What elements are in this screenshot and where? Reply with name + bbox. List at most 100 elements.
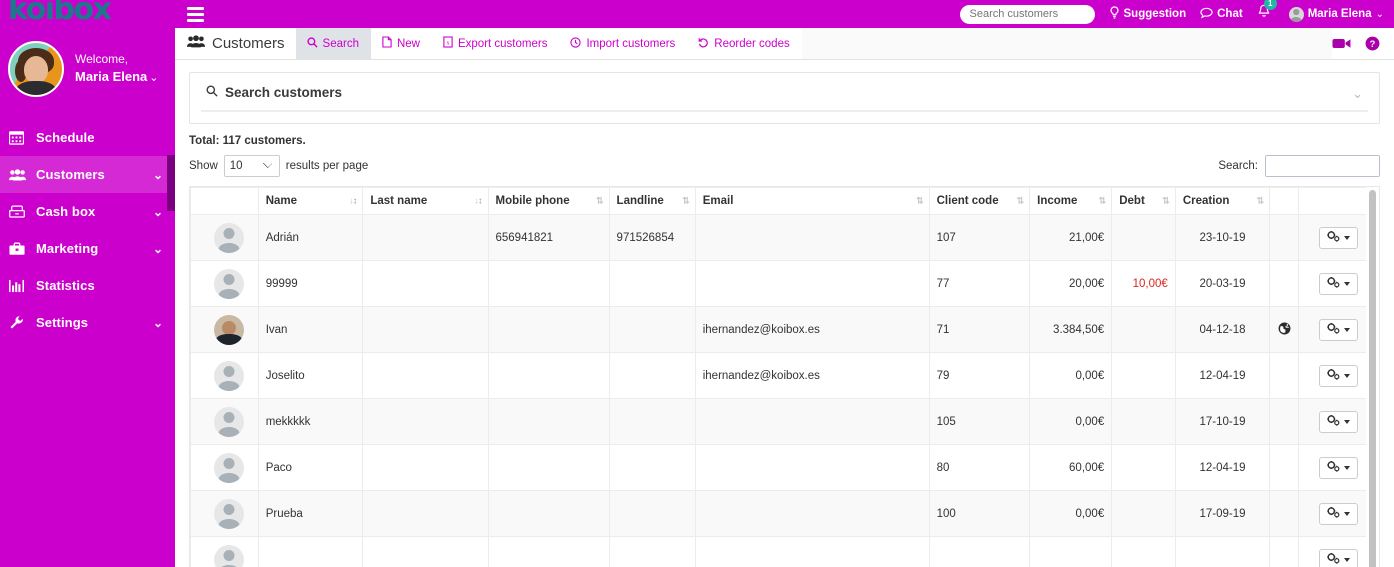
video-camera-icon[interactable] [1332,37,1351,50]
table-header-row: Name ↓↕ Last name ↓↕ Mobile phone ⇅ Land… [190,187,1380,215]
row-client-code: 105 [928,398,1031,445]
row-creation: 20-03-19 [1174,260,1271,307]
table-search-input[interactable] [1265,155,1380,177]
row-avatar-cell [190,444,259,491]
customers-table-wrap: Name ↓↕ Last name ↓↕ Mobile phone ⇅ Land… [189,186,1380,567]
brand-logo-area[interactable]: koibox [0,0,175,28]
notifications-button[interactable]: 1 [1257,0,1277,24]
briefcase-icon [9,242,28,256]
gears-icon [1327,368,1340,383]
show-label: Show [189,160,218,172]
globe-icon[interactable] [1278,322,1291,338]
row-debt [1111,536,1176,567]
tab-label: New [396,37,420,50]
search-input[interactable] [959,4,1095,24]
table-row[interactable]: Paco 80 60,00€ 12-04-19 [190,444,1380,491]
row-actions-button[interactable] [1318,548,1358,567]
table-row[interactable]: Ivan ihernandez@koibox.es 71 3.384,50€ 04-12… [190,306,1380,353]
th-label: Email [702,195,734,207]
row-actions-button[interactable] [1318,502,1358,525]
page-title-text: Customers [212,35,285,52]
table-scrollbar-thumb[interactable] [1369,190,1376,567]
tab-export-customers[interactable]: x Export customers [431,28,560,59]
help-circle-icon[interactable]: ? [1365,36,1380,51]
suggestion-button[interactable]: Suggestion [1109,6,1186,22]
sidebar-item-customers[interactable]: Customers ⌄ [0,156,175,193]
sidebar-item-settings[interactable]: Settings ⌄ [0,304,175,341]
tab-label: Search [322,37,359,50]
row-actions-button[interactable] [1318,410,1358,433]
lightbulb-icon [1109,6,1120,22]
table-row[interactable] [190,536,1380,567]
avatar-icon [214,406,244,437]
row-actions-button[interactable] [1318,272,1358,295]
row-actions-button[interactable] [1318,364,1358,387]
page-length-select[interactable]: 10 [223,155,280,177]
tab-import-customers[interactable]: Import customers [559,28,688,59]
tab-search[interactable]: Search [295,28,371,59]
chat-button[interactable]: Chat [1200,7,1243,22]
row-landline [608,306,696,353]
search-panel-header[interactable]: Search customers [190,73,1379,111]
search-panel[interactable]: Search customers ⌄ [189,72,1380,124]
th-last-name[interactable]: Last name ↓↕ [362,187,489,215]
th-income[interactable]: Income ⇅ [1029,187,1113,215]
welcome-label: Welcome, [75,51,129,66]
notification-count-badge: 1 [1263,0,1277,10]
file-icon [382,36,392,51]
user-menu[interactable]: Maria Elena ⌄ [1288,6,1384,22]
th-label: Debt [1119,195,1145,207]
hamburger-icon[interactable] [187,4,204,25]
row-actions-button[interactable] [1318,318,1358,341]
sidebar-item-label: Settings [36,315,89,330]
content-area: Search customers ⌄ Total: 117 customers.… [175,60,1394,567]
chat-label: Chat [1217,8,1243,20]
th-label: Income [1037,195,1078,207]
row-debt [1111,398,1176,445]
row-email [694,536,930,567]
row-debt [1111,214,1176,261]
th-email[interactable]: Email ⇅ [694,187,930,215]
row-landline [608,260,696,307]
avatar-icon [214,498,244,529]
main-area: Suggestion Chat 1 Maria Elena [175,0,1394,567]
results-per-page-label: results per page [285,160,369,172]
th-debt[interactable]: Debt ⇅ [1111,187,1176,215]
th-label: Creation [1182,195,1230,207]
avatar-icon [214,452,244,483]
table-row[interactable]: Joselito ihernandez@koibox.es 79 0,00€ 12-04… [190,352,1380,399]
th-name[interactable]: Name ↓↕ [257,187,364,215]
tab-new[interactable]: New [370,28,432,59]
row-income: 60,00€ [1029,444,1113,491]
sidebar-item-schedule[interactable]: Schedule [0,119,175,156]
chevron-down-icon[interactable]: ⌄ [1352,86,1363,102]
th-label: Mobile phone [495,195,570,207]
th-mobile-phone[interactable]: Mobile phone ⇅ [487,187,610,215]
sidebar-user-name[interactable]: Maria Elena ⌄ [75,68,158,87]
row-last-name [362,536,489,567]
row-actions-button[interactable] [1318,226,1358,249]
sidebar-item-statistics[interactable]: Statistics [0,267,175,304]
sidebar-profile[interactable]: Welcome, Maria Elena ⌄ [0,28,175,115]
table-row[interactable]: mekkkkk 105 0,00€ 17-10-19 [190,398,1380,445]
th-client-code[interactable]: Client code ⇅ [928,187,1031,215]
row-income [1029,536,1113,567]
th-landline[interactable]: Landline ⇅ [608,187,696,215]
table-row[interactable]: 99999 77 20,00€ 10,00€ 20-03-19 [190,260,1380,307]
sidebar-scrollbar[interactable] [167,155,175,211]
table-row[interactable]: Adrián 656941821 971526854 107 21,00€ 23-10-1… [190,214,1380,261]
tab-reorder-codes[interactable]: Reorder codes [687,28,802,59]
row-mobile-phone [487,352,610,399]
row-landline: 971526854 [608,214,696,261]
row-actions-button[interactable] [1318,456,1358,479]
sidebar-item-cash-box[interactable]: Cash box ⌄ [0,193,175,230]
table-row[interactable]: Prueba 100 0,00€ 17-09-19 [190,490,1380,537]
row-email: ihernandez@koibox.es [694,306,930,353]
row-name: Prueba [257,490,364,537]
row-creation: 17-09-19 [1174,490,1271,537]
row-web-cell[interactable] [1269,306,1299,353]
avatar-icon [214,268,244,299]
sidebar-item-marketing[interactable]: Marketing ⌄ [0,230,175,267]
avatar-icon [214,544,244,567]
th-creation[interactable]: Creation ⇅ [1174,187,1271,215]
